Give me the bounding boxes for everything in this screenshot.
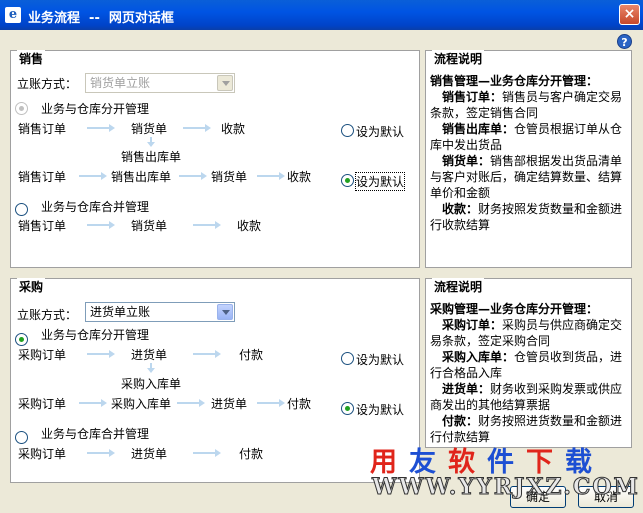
sales-flow2-step4: 收款: [287, 170, 312, 184]
purchase-flow3-step3: 付款: [239, 447, 264, 461]
sales-flow3-step3: 收款: [237, 219, 262, 233]
purchase-separate-radio[interactable]: [15, 333, 28, 346]
arrow-right-icon: [87, 350, 115, 358]
arrow-down-icon: [147, 137, 155, 147]
sales-desc-body: 销售管理—业务仓库分开管理： 销售订单：销售员与客户确定交易条款，签定销售合同 …: [430, 73, 630, 233]
purchase-desc-item: 采购订单：采购员与供应商确定交易条款，签定采购合同: [430, 318, 623, 348]
sales-flow3-step2: 销货单: [131, 219, 168, 233]
sales-desc-title: 流程说明: [432, 50, 485, 67]
sales-desc-item: 销售出库单：仓管员根据订单从仓库中发出货品: [430, 122, 623, 152]
purchase-default-label-1: 设为默认: [356, 353, 405, 367]
sales-desc-item: 销售订单：销售员与客户确定交易条款，签定销售合同: [430, 90, 623, 120]
sales-flow2-step1: 销售订单: [18, 170, 67, 184]
sales-flow1-step2: 销货单: [131, 122, 168, 136]
sales-branch-label: 销售出库单: [121, 150, 182, 164]
arrow-right-icon: [79, 399, 107, 407]
sales-default-radio-1[interactable]: [341, 124, 354, 137]
sales-default-radio-2[interactable]: [341, 174, 354, 187]
purchase-default-label-2: 设为默认: [356, 403, 405, 417]
chevron-down-icon: [217, 304, 233, 320]
arrow-right-icon: [179, 172, 207, 180]
purchase-merged-radio[interactable]: [15, 431, 28, 444]
sales-flow2-step2: 销售出库单: [111, 170, 172, 184]
purchase-flow3-step1: 采购订单: [18, 447, 67, 461]
purchase-flow1-step1: 采购订单: [18, 348, 67, 362]
sales-panel: 销售 立账方式： 销货单立账 业务与仓库分开管理 销售订单 销货单 收款 销售出…: [10, 50, 420, 268]
sales-account-label: 立账方式：: [17, 77, 78, 91]
purchase-account-value: 进货单立账: [90, 305, 151, 319]
window-title: 业务流程 -- 网页对话框: [28, 11, 174, 26]
sales-default-label-2: 设为默认: [354, 172, 406, 191]
purchase-panel: 采购 立账方式： 进货单立账 业务与仓库分开管理 采购订单 进货单 付款 采购入…: [10, 278, 420, 483]
purchase-flow2-step1: 采购订单: [18, 397, 67, 411]
arrow-right-icon: [177, 399, 205, 407]
purchase-flow2-step4: 付款: [287, 397, 312, 411]
sales-merged-label: 业务与仓库合并管理: [41, 200, 150, 214]
sales-desc-item: 收款：财务按照发货数量和金额进行收款结算: [430, 202, 623, 232]
purchase-account-label: 立账方式：: [17, 308, 78, 322]
purchase-flow1-step3: 付款: [239, 348, 264, 362]
sales-flow3-step1: 销售订单: [18, 219, 67, 233]
sales-desc-panel: 流程说明 销售管理—业务仓库分开管理： 销售订单：销售员与客户确定交易条款，签定…: [425, 50, 632, 268]
sales-merged-radio[interactable]: [15, 203, 28, 216]
title-bar: e 业务流程 -- 网页对话框 ×: [0, 0, 643, 30]
sales-separate-label: 业务与仓库分开管理: [41, 102, 150, 116]
arrow-right-icon: [183, 124, 211, 132]
purchase-account-select[interactable]: 进货单立账: [85, 302, 235, 322]
arrow-right-icon: [87, 124, 115, 132]
purchase-separate-label: 业务与仓库分开管理: [41, 328, 150, 342]
sales-title: 销售: [17, 50, 46, 67]
purchase-desc-item: 采购入库单：仓管员收到货品，进行合格品入库: [430, 350, 623, 380]
sales-separate-radio[interactable]: [15, 102, 28, 115]
purchase-title: 采购: [17, 278, 46, 295]
sales-account-select[interactable]: 销货单立账: [85, 73, 235, 93]
sales-flow1-step3: 收款: [221, 122, 246, 136]
watermark: 用友软件下载 WWW.YYRJXZ.COM: [360, 440, 638, 501]
purchase-desc-heading: 采购管理—业务仓库分开管理：: [430, 302, 599, 316]
arrow-right-icon: [193, 350, 221, 358]
sales-flow1-step1: 销售订单: [18, 122, 67, 136]
purchase-desc-item: 进货单：财务收到采购发票或供应商发出的其他结算票据: [430, 382, 623, 412]
purchase-flow2-step3: 进货单: [211, 397, 248, 411]
purchase-branch-label: 采购入库单: [121, 377, 182, 391]
purchase-flow3-step2: 进货单: [131, 447, 168, 461]
purchase-desc-panel: 流程说明 采购管理—业务仓库分开管理： 采购订单：采购员与供应商确定交易条款，签…: [425, 278, 632, 448]
watermark-url: WWW.YYRJXZ.COM: [372, 474, 640, 501]
sales-desc-heading: 销售管理—业务仓库分开管理：: [430, 74, 599, 88]
chevron-down-icon: [217, 75, 233, 91]
sales-default-label-1: 设为默认: [356, 125, 405, 139]
sales-desc-item: 销货单：销售部根据发出货品清单与客户对账后，确定结算数量、结算单价和金额: [430, 154, 623, 200]
purchase-default-radio-1[interactable]: [341, 352, 354, 365]
close-button[interactable]: ×: [619, 4, 640, 25]
arrow-right-icon: [87, 221, 115, 229]
sales-account-value: 销货单立账: [90, 76, 151, 90]
purchase-default-radio-2[interactable]: [341, 402, 354, 415]
arrow-down-icon: [147, 363, 155, 373]
sales-flow2-step3: 销货单: [211, 170, 248, 184]
purchase-merged-label: 业务与仓库合并管理: [41, 427, 150, 441]
arrow-right-icon: [193, 221, 221, 229]
arrow-right-icon: [79, 172, 107, 180]
purchase-flow2-step2: 采购入库单: [111, 397, 172, 411]
help-icon[interactable]: ?: [617, 34, 632, 49]
ie-icon: e: [5, 7, 21, 23]
arrow-right-icon: [87, 449, 115, 457]
purchase-desc-body: 采购管理—业务仓库分开管理： 采购订单：采购员与供应商确定交易条款，签定采购合同…: [430, 301, 630, 445]
arrow-right-icon: [257, 172, 285, 180]
arrow-right-icon: [193, 449, 221, 457]
purchase-flow1-step2: 进货单: [131, 348, 168, 362]
purchase-desc-title: 流程说明: [432, 278, 485, 295]
arrow-right-icon: [257, 399, 285, 407]
